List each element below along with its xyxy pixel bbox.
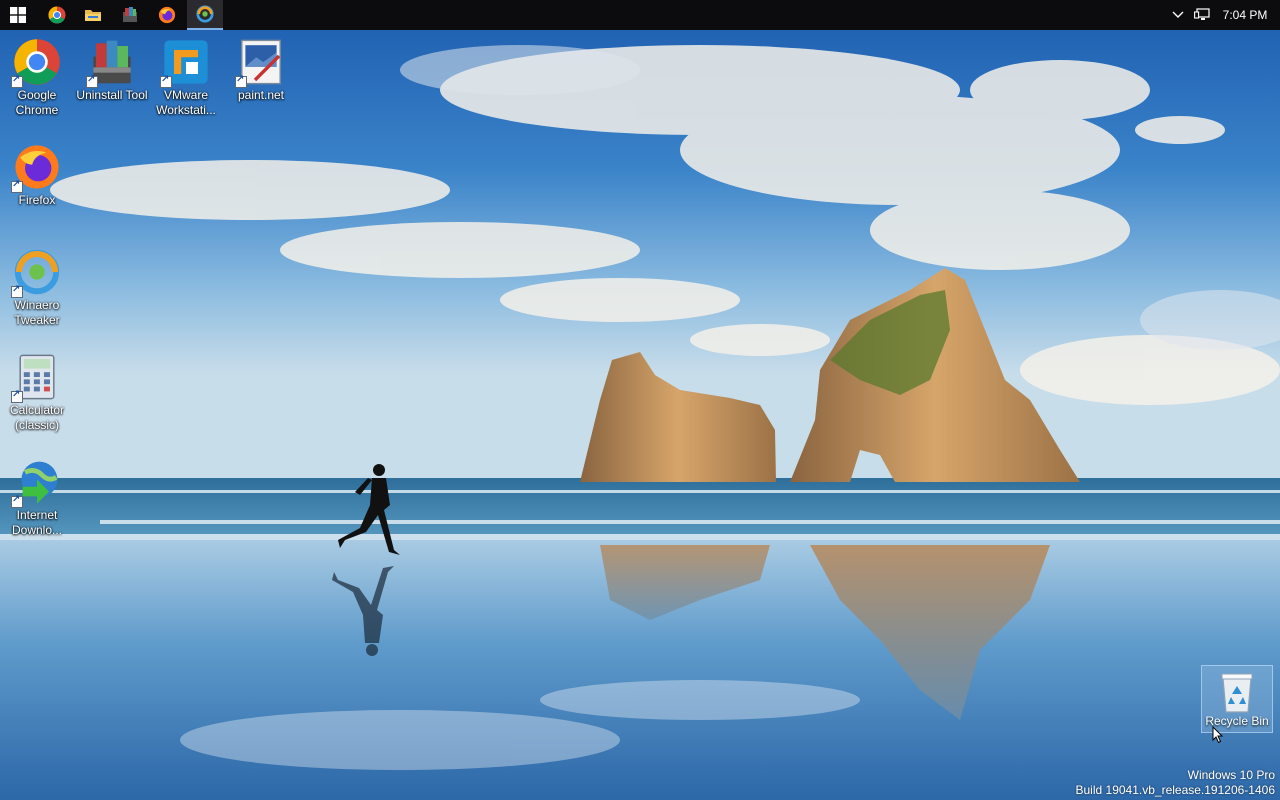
shortcut-arrow-icon bbox=[11, 494, 23, 508]
shortcut-arrow-icon bbox=[11, 389, 23, 403]
shortcut-arrow-icon bbox=[11, 74, 23, 88]
desktop-icon-paintnet[interactable]: paint.net bbox=[224, 32, 298, 103]
taskbar-firefox[interactable] bbox=[149, 0, 185, 30]
desktop-icon-label: Google Chrome bbox=[15, 88, 59, 117]
desktop-wallpaper bbox=[0, 0, 1280, 800]
taskbar-clock[interactable]: 7:04 PM bbox=[1216, 0, 1274, 30]
desktop-icon-label: VMware Workstati... bbox=[156, 88, 216, 117]
uninstall-tool-icon bbox=[123, 7, 137, 22]
shortcut-arrow-icon bbox=[11, 179, 23, 193]
desktop-icon-uninstall-tool[interactable]: Uninstall Tool bbox=[75, 32, 149, 103]
recycle-bin-icon bbox=[1221, 673, 1253, 713]
chevron-down-icon bbox=[1172, 11, 1184, 18]
shortcut-arrow-icon bbox=[11, 284, 23, 298]
desktop-icon-vmware-workstation[interactable]: VMware Workstati... bbox=[149, 32, 223, 118]
desktop-icon-internet-download-manager[interactable]: Internet Downlo... bbox=[0, 452, 74, 538]
desktop-icon-label: Firefox bbox=[18, 193, 56, 207]
start-button[interactable] bbox=[0, 0, 36, 30]
taskbar-file-explorer[interactable] bbox=[75, 0, 111, 30]
mouse-cursor-icon bbox=[1212, 726, 1224, 744]
tray-overflow-button[interactable] bbox=[1168, 0, 1188, 30]
desktop-icon-label: Calculator (classic) bbox=[9, 403, 65, 432]
tray-network-button[interactable] bbox=[1190, 0, 1214, 30]
taskbar-uninstall-tool[interactable] bbox=[112, 0, 148, 30]
winaero-tweaker-icon bbox=[196, 5, 214, 23]
windows-edition-text: Windows 10 Pro bbox=[1187, 768, 1275, 782]
desktop-icon-label: Uninstall Tool bbox=[76, 88, 148, 102]
windows-logo-icon bbox=[10, 7, 26, 23]
firefox-icon bbox=[158, 6, 176, 24]
desktop-icon-label: paint.net bbox=[237, 88, 285, 102]
desktop-icon-label: Internet Downlo... bbox=[11, 508, 63, 537]
desktop-icon-recycle-bin[interactable]: Recycle Bin bbox=[1201, 665, 1273, 733]
desktop-icon-winaero-tweaker[interactable]: Winaero Tweaker bbox=[0, 242, 74, 328]
folder-icon bbox=[85, 10, 101, 21]
chrome-icon bbox=[48, 6, 66, 24]
shortcut-arrow-icon bbox=[235, 74, 247, 88]
taskbar-chrome[interactable] bbox=[39, 0, 75, 30]
windows-build-text: Build 19041.vb_release.191206-1406 bbox=[1075, 783, 1276, 797]
desktop-icon-google-chrome[interactable]: Google Chrome bbox=[0, 32, 74, 118]
desktop-icon-label: Winaero Tweaker bbox=[14, 298, 60, 327]
shortcut-arrow-icon bbox=[160, 74, 172, 88]
shortcut-arrow-icon bbox=[86, 74, 98, 88]
taskbar-winaero-tweaker[interactable] bbox=[187, 0, 223, 30]
taskbar: 7:04 PM bbox=[0, 0, 1280, 30]
desktop-icon-calculator-classic[interactable]: Calculator (classic) bbox=[0, 347, 74, 433]
network-icon bbox=[1194, 8, 1210, 20]
windows-watermark: Windows 10 Pro Build 19041.vb_release.19… bbox=[1076, 768, 1276, 798]
desktop-icon-firefox[interactable]: Firefox bbox=[0, 137, 74, 208]
